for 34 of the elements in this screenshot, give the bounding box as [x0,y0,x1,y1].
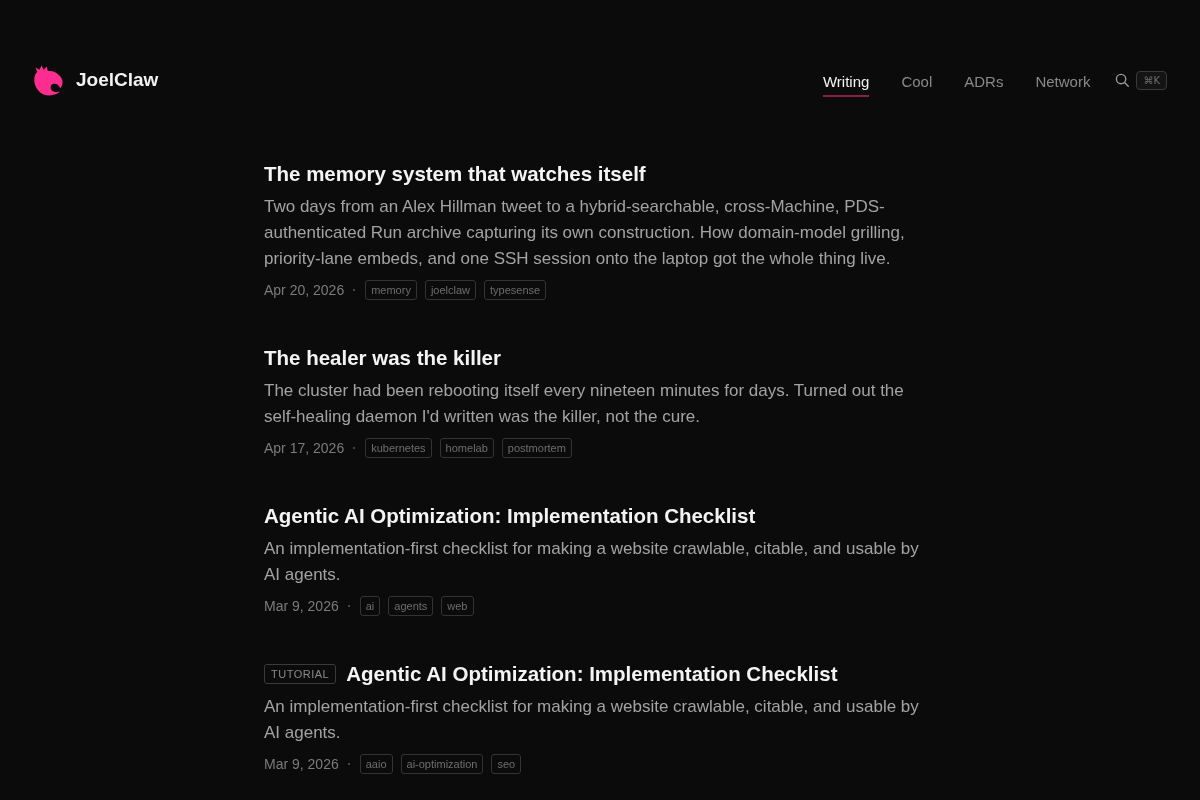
tag-link[interactable]: joelclaw [424,280,477,300]
post-date: Apr 17, 2026 [264,440,345,456]
claw-logo-icon[interactable] [33,64,64,96]
post-summary: Two days from an Alex Hillman tweet to a hybrid-searchable, cross-Machine, PDS-authenticated Run archive capturing its own construction. How domain-model grilling, priority-lane embeds, and one SSH session onto the laptop got the whole thing live. [264,196,906,270]
tag-link[interactable]: homelab [439,438,494,458]
post-date: Apr 20, 2026 [264,282,345,298]
tag-link[interactable]: aaio [359,754,393,774]
post-title-link[interactable]: Agentic AI Optimization: Implementation Checklist [346,659,838,689]
post-date: Mar 9, 2026 [264,756,339,772]
search-icon [1115,73,1130,87]
tag-link[interactable]: kubernetes [365,438,432,458]
nav-link[interactable]: ADRs [964,67,1004,97]
search-button[interactable]: ⌘K [1115,70,1167,90]
tag-link[interactable]: web [441,596,474,616]
post-title-link[interactable]: The memory system that watches itself [264,159,646,189]
post-date: Mar 9, 2026 [264,598,339,614]
post-summary: An implementation-first checklist for making a website crawlable, citable, and usable by AI agents. [264,538,920,586]
tag-link[interactable]: typesense [484,280,547,300]
tag-link[interactable]: seo [491,754,522,774]
post-summary: The cluster had been rebooting itself every nineteen minutes for days. Turned out the self-healing daemon I'd written was the killer, not the cure. [264,380,905,428]
site-name[interactable]: JoelClaw [76,69,159,91]
post-title-link[interactable]: The healer was the killer [264,343,501,373]
tag-link[interactable]: postmortem [501,438,572,458]
nav-link[interactable]: Cool [901,67,933,97]
tag-link[interactable]: ai [359,596,381,616]
nav-link[interactable]: Network [1035,67,1091,97]
tag-link[interactable]: ai-optimization [400,754,484,774]
post-type-label: TUTORIAL [264,664,337,684]
tag-link[interactable]: agents [388,596,434,616]
keyboard-shortcut: ⌘K [1136,70,1167,90]
post-summary: An implementation-first checklist for making a website crawlable, citable, and usable by AI agents. [264,696,920,744]
tag-link[interactable]: memory [365,280,417,300]
nav-link[interactable]: Writing [823,67,870,97]
post-title-link[interactable]: Agentic AI Optimization: Implementation Checklist [264,501,756,531]
